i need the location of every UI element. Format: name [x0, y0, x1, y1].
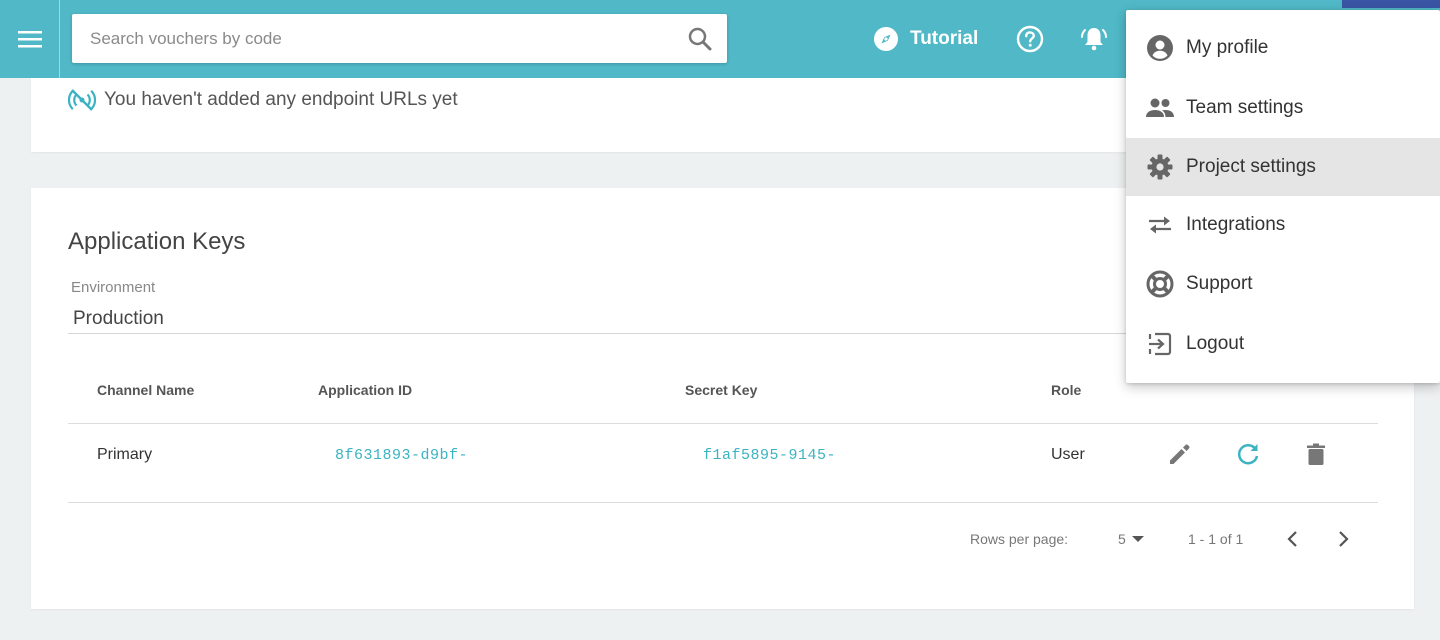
- pencil-icon[interactable]: [1166, 440, 1194, 468]
- help-circle-icon: [1016, 25, 1044, 53]
- role-cell: User: [1051, 446, 1085, 463]
- table-header-divider: [68, 423, 1378, 424]
- menu-item-support[interactable]: Support: [1126, 255, 1440, 313]
- search-input[interactable]: [72, 14, 727, 63]
- application-id-cell[interactable]: 8f631893-d9bf-: [335, 447, 468, 464]
- menu-item-my-profile[interactable]: My profile: [1126, 19, 1440, 77]
- endpoints-empty-state: You haven't added any endpoint URLs yet: [68, 86, 458, 114]
- help-button[interactable]: [1015, 24, 1045, 54]
- secret-key-cell[interactable]: f1af5895-9145-: [703, 447, 836, 464]
- tutorial-label: Tutorial: [910, 28, 979, 49]
- endpoints-empty-text: You haven't added any endpoint URLs yet: [104, 89, 458, 110]
- hamburger-icon: [17, 31, 42, 48]
- rows-per-page-label: Rows per page:: [970, 531, 1069, 547]
- trash-icon[interactable]: [1302, 440, 1330, 468]
- rows-per-page-select[interactable]: 5: [1118, 528, 1154, 550]
- menu-item-label: Support: [1186, 273, 1253, 294]
- logout-icon: [1148, 332, 1172, 356]
- menu-item-project-settings[interactable]: Project settings: [1126, 138, 1440, 196]
- menu-item-label: Project settings: [1186, 156, 1316, 177]
- column-header-secret-key: Secret Key: [685, 382, 758, 398]
- chevron-left-icon[interactable]: [1281, 527, 1305, 551]
- column-header-channel-name: Channel Name: [97, 382, 195, 398]
- rows-per-page-value: 5: [1118, 531, 1126, 547]
- table-row-divider: [68, 502, 1378, 503]
- account-button-edge[interactable]: [1342, 0, 1440, 8]
- tutorial-button[interactable]: Tutorial: [872, 24, 978, 54]
- menu-item-label: Integrations: [1186, 214, 1286, 235]
- people-icon: [1146, 98, 1174, 117]
- search-icon[interactable]: [687, 26, 713, 52]
- column-header-application-id: Application ID: [318, 382, 413, 398]
- menu-item-label: Logout: [1186, 333, 1245, 354]
- menu-item-team-settings[interactable]: Team settings: [1126, 79, 1440, 137]
- chevron-right-icon[interactable]: [1331, 527, 1355, 551]
- menu-item-label: My profile: [1186, 37, 1269, 58]
- voucher-search-box: [72, 14, 727, 63]
- no-signal-icon: [68, 89, 96, 111]
- caret-down-icon: [1131, 536, 1144, 542]
- column-header-role: Role: [1051, 382, 1082, 398]
- refresh-icon[interactable]: [1234, 440, 1262, 468]
- notifications-button[interactable]: [1080, 24, 1108, 54]
- bell-ringing-icon: [1081, 28, 1107, 51]
- menu-item-integrations[interactable]: Integrations: [1126, 196, 1440, 254]
- gear-icon: [1147, 154, 1173, 180]
- menu-item-label: Team settings: [1186, 97, 1304, 118]
- environment-value: Production: [73, 308, 164, 329]
- environment-label: Environment: [71, 279, 156, 296]
- compass-icon: [874, 27, 898, 51]
- section-title: Application Keys: [68, 228, 246, 255]
- menu-item-logout[interactable]: Logout: [1126, 315, 1440, 373]
- user-menu-dropdown: My profile Team settings Project setting…: [1126, 10, 1440, 383]
- page-range-text: 1 - 1 of 1: [1188, 531, 1244, 547]
- hamburger-menu-button[interactable]: [0, 0, 60, 78]
- swap-arrows-icon: [1149, 216, 1171, 234]
- lifebuoy-icon: [1146, 270, 1174, 298]
- channel-name-cell: Primary: [97, 446, 153, 463]
- account-circle-icon: [1147, 35, 1173, 61]
